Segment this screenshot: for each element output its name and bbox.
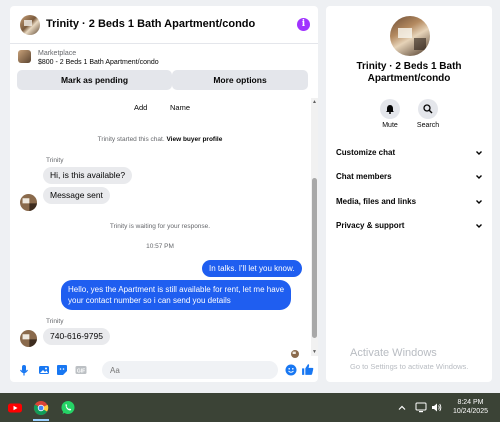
youtube-icon[interactable]: [7, 400, 23, 416]
sender-name: Trinity: [46, 157, 64, 164]
outgoing-message[interactable]: In talks. I'll let you know.: [202, 260, 302, 277]
search-button[interactable]: [418, 99, 438, 119]
chevron-down-icon: [476, 175, 482, 179]
incoming-message[interactable]: Message sent: [43, 187, 110, 204]
microphone-icon[interactable]: [18, 364, 30, 376]
name-label[interactable]: Name: [170, 103, 190, 112]
sender-avatar[interactable]: [20, 330, 37, 347]
search-label: Search: [416, 122, 440, 129]
network-icon[interactable]: [415, 402, 427, 413]
chat-title[interactable]: Trinity · 2 Beds 1 Bath Apartment/condo: [46, 18, 255, 30]
profile-name: Trinity · 2 Beds 1 Bath Apartment/condo: [326, 61, 492, 85]
chevron-down-icon: [476, 200, 482, 204]
message-scrollbar[interactable]: ▲ ▼: [311, 98, 318, 356]
menu-label: Chat members: [336, 172, 392, 181]
listing-source: Marketplace: [38, 50, 77, 57]
scroll-down-icon[interactable]: ▼: [311, 349, 318, 355]
menu-media-files-links[interactable]: Media, files and links: [336, 195, 484, 211]
incoming-message[interactable]: 740-616-9795: [43, 328, 110, 345]
chat-started-notice: Trinity started this chat. View buyer pr…: [10, 136, 310, 143]
chat-started-text: Trinity started this chat.: [97, 136, 165, 143]
chat-panel: Trinity · 2 Beds 1 Bath Apartment/condo …: [10, 6, 318, 382]
sticker-icon[interactable]: [56, 364, 68, 376]
menu-label: Media, files and links: [336, 197, 417, 206]
scroll-up-icon[interactable]: ▲: [311, 99, 318, 105]
emoji-icon[interactable]: [285, 364, 297, 376]
sender-avatar[interactable]: [20, 194, 37, 211]
listing-thumbnail: [18, 50, 31, 63]
system-clock[interactable]: 8:24 PM 10/24/2025: [453, 398, 488, 416]
outgoing-message-line: your contact number so i can send you de…: [68, 296, 231, 305]
chrome-icon[interactable]: [33, 400, 49, 416]
message-timestamp: 10:57 PM: [146, 243, 174, 250]
menu-label: Customize chat: [336, 148, 396, 157]
profile-name-line: Trinity · 2 Beds 1 Bath: [356, 61, 462, 72]
volume-icon[interactable]: [431, 402, 442, 413]
menu-label: Privacy & support: [336, 221, 405, 230]
chevron-down-icon: [476, 224, 482, 228]
clock-date: 10/24/2025: [452, 408, 488, 415]
bell-icon: [386, 105, 394, 114]
add-label[interactable]: Add: [134, 103, 147, 112]
incoming-message[interactable]: Hi, is this available?: [43, 167, 133, 184]
conversation-details-panel: Trinity · 2 Beds 1 Bath Apartment/condo …: [326, 6, 492, 382]
menu-privacy-support[interactable]: Privacy & support: [336, 219, 484, 235]
gif-icon[interactable]: GIF: [75, 364, 87, 376]
seen-indicator-avatar: [291, 350, 299, 358]
waiting-notice: Trinity is waiting for your response.: [109, 223, 211, 230]
info-icon[interactable]: i: [297, 18, 310, 31]
whatsapp-icon[interactable]: [60, 400, 76, 416]
mute-button[interactable]: [380, 99, 400, 119]
listing-banner[interactable]: Marketplace $800 - 2 Beds 1 Bath Apartme…: [10, 46, 318, 72]
chevron-up-icon[interactable]: [398, 404, 406, 412]
active-app-indicator: [33, 419, 49, 421]
sender-name: Trinity: [46, 318, 64, 325]
profile-picture[interactable]: [390, 16, 430, 56]
scrollbar-thumb[interactable]: [312, 178, 317, 338]
composer-bar: GIF: [10, 358, 318, 382]
menu-customize-chat[interactable]: Customize chat: [336, 146, 484, 162]
svg-text:GIF: GIF: [77, 368, 85, 374]
chevron-down-icon: [476, 151, 482, 155]
outgoing-message-line: Hello, yes the Apartment is still availa…: [68, 285, 285, 294]
profile-name-line: Apartment/condo: [367, 73, 451, 84]
activate-windows-title: Activate Windows: [350, 347, 437, 359]
more-options-button[interactable]: More options: [172, 70, 308, 90]
clock-time: 8:24 PM: [457, 399, 484, 406]
chat-header: Trinity · 2 Beds 1 Bath Apartment/condo …: [10, 6, 318, 44]
menu-chat-members[interactable]: Chat members: [336, 170, 484, 186]
taskbar: 8:24 PM 10/24/2025: [0, 393, 500, 422]
outgoing-message[interactable]: Hello, yes the Apartment is still availa…: [61, 280, 292, 310]
search-icon: [423, 104, 433, 114]
listing-title: $800 - 2 Beds 1 Bath Apartment/condo: [38, 59, 159, 66]
thumbs-up-icon[interactable]: [301, 363, 314, 376]
message-input[interactable]: [102, 361, 278, 379]
message-thread: Add Name Trinity started this chat. View…: [10, 96, 318, 358]
contact-avatar[interactable]: [20, 15, 40, 35]
mark-as-pending-button[interactable]: Mark as pending: [17, 70, 172, 90]
photo-icon[interactable]: [38, 364, 50, 376]
activate-windows-subtitle: Go to Settings to activate Windows.: [350, 362, 469, 371]
view-buyer-profile-link[interactable]: View buyer profile: [166, 136, 222, 143]
mute-label: Mute: [382, 122, 398, 129]
